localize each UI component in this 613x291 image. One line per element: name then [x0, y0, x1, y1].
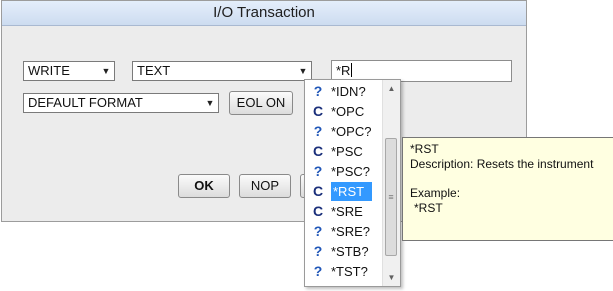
- nop-button[interactable]: NOP: [239, 174, 291, 198]
- list-item-label: *PSC: [331, 144, 363, 159]
- grip-icon: ≡: [388, 192, 394, 202]
- dialog-title: I/O Transaction: [2, 1, 526, 26]
- list-item-label: *PSC?: [331, 164, 371, 179]
- tooltip-example-value: *RST: [414, 201, 443, 215]
- query-icon: ?: [313, 123, 323, 139]
- list-item[interactable]: C *OPC: [307, 102, 384, 121]
- chevron-down-icon: ▼: [298, 66, 308, 76]
- ok-button[interactable]: OK: [178, 174, 230, 198]
- list-item[interactable]: ? *OPC?: [307, 122, 384, 141]
- tooltip-spacer: [410, 172, 613, 186]
- list-item-selected[interactable]: C *RST: [307, 182, 384, 201]
- type-select[interactable]: TEXT ▼: [132, 61, 312, 81]
- query-icon: ?: [313, 83, 323, 99]
- format-select[interactable]: DEFAULT FORMAT ▼: [23, 93, 219, 113]
- direction-select-value: WRITE: [28, 63, 70, 78]
- query-icon: ?: [313, 263, 323, 279]
- list-item[interactable]: ? *STB?: [307, 242, 384, 261]
- direction-select[interactable]: WRITE ▼: [23, 61, 115, 81]
- tooltip-command-name: *RST: [410, 142, 439, 156]
- scroll-up-icon[interactable]: ▲: [383, 80, 400, 97]
- eol-button[interactable]: EOL ON: [229, 91, 293, 115]
- list-scrollbar[interactable]: ▲ ≡ ▼: [382, 80, 400, 286]
- tooltip-example-label: Example:: [410, 186, 461, 200]
- page: I/O Transaction WRITE ▼ TEXT ▼ *R DEFAUL…: [0, 0, 613, 291]
- command-tooltip: *RST Description: Resets the instrument …: [402, 137, 613, 241]
- list-item-label: *SRE: [331, 204, 363, 219]
- type-select-value: TEXT: [137, 63, 171, 78]
- tooltip-description: Description: Resets the instrument: [410, 157, 594, 171]
- query-icon: ?: [313, 243, 323, 259]
- list-item-label: *OPC: [331, 104, 365, 119]
- list-item-label: *IDN?: [331, 84, 366, 99]
- query-icon: ?: [313, 163, 323, 179]
- list-item[interactable]: C *PSC: [307, 142, 384, 161]
- autocomplete-list[interactable]: ? *IDN? C *OPC ? *OPC? C *PSC ? *PSC? C …: [304, 79, 401, 287]
- list-item-label: *STB?: [331, 244, 369, 259]
- list-item[interactable]: ? *PSC?: [307, 162, 384, 181]
- text-cursor: [351, 63, 353, 77]
- command-icon: C: [312, 103, 324, 119]
- command-input-value: *R: [336, 63, 351, 78]
- list-item-label: *SRE?: [331, 224, 371, 239]
- list-item[interactable]: ? *SRE?: [307, 222, 384, 241]
- chevron-down-icon: ▼: [101, 66, 111, 76]
- query-icon: ?: [313, 223, 323, 239]
- scroll-thumb[interactable]: ≡: [385, 138, 397, 256]
- command-icon: C: [312, 203, 324, 219]
- list-item-label: *TST?: [331, 264, 368, 279]
- scroll-down-icon[interactable]: ▼: [383, 269, 400, 286]
- list-item-label: *OPC?: [331, 124, 372, 139]
- command-icon: C: [312, 183, 324, 199]
- list-item-label: *RST: [331, 182, 373, 201]
- format-select-value: DEFAULT FORMAT: [28, 95, 143, 110]
- list-item[interactable]: C *SRE: [307, 202, 384, 221]
- command-icon: C: [312, 143, 324, 159]
- chevron-down-icon: ▼: [205, 98, 215, 108]
- list-item[interactable]: ? *IDN?: [307, 82, 384, 101]
- list-item[interactable]: ? *TST?: [307, 262, 384, 281]
